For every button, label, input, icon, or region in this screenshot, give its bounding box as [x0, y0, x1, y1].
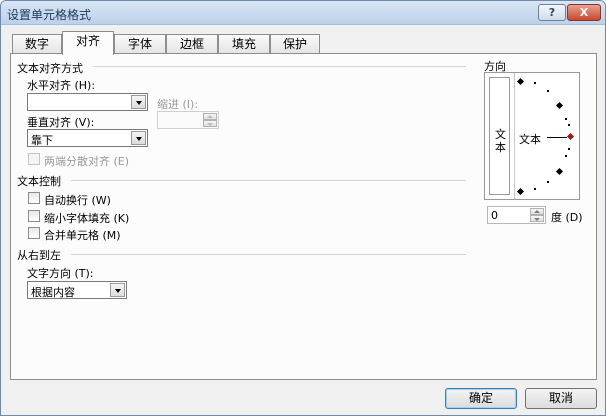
orientation-pointer: [547, 137, 567, 138]
indent-spinner[interactable]: [157, 111, 219, 129]
tab-protection[interactable]: 保护: [270, 34, 320, 54]
vertical-align-select[interactable]: 靠下: [27, 129, 148, 147]
spin-up-icon[interactable]: [530, 208, 544, 215]
vertical-align-value: 靠下: [31, 134, 53, 147]
cancel-button[interactable]: 取消: [525, 388, 597, 409]
group-divider: [71, 180, 466, 181]
orientation-dot: [547, 90, 549, 92]
tab-alignment[interactable]: 对齐: [62, 31, 114, 55]
close-button[interactable]: X: [567, 4, 601, 21]
text-alignment-group-title: 文本对齐方式: [17, 62, 83, 75]
spin-down-icon[interactable]: [530, 215, 544, 222]
orientation-marker-90[interactable]: [516, 77, 525, 86]
orientation-preview-text: 文本: [519, 133, 541, 146]
title-bar: 设置单元格格式 ? X: [1, 1, 605, 25]
degrees-spinner[interactable]: 0: [487, 206, 546, 224]
group-divider: [93, 66, 466, 67]
orientation-divider: [514, 73, 515, 199]
orientation-marker-45[interactable]: [555, 101, 564, 110]
orientation-marker-minus45[interactable]: [555, 167, 564, 176]
orientation-dot: [568, 148, 570, 150]
orientation-dot: [534, 82, 536, 84]
merge-cells-checkbox[interactable]: [28, 227, 40, 239]
text-direction-value: 根据内容: [31, 286, 75, 299]
orientation-dot: [565, 118, 567, 120]
tab-border[interactable]: 边框: [166, 34, 218, 54]
tab-fill[interactable]: 填充: [218, 34, 270, 54]
orientation-marker-minus90[interactable]: [516, 187, 525, 196]
orientation-dot: [568, 124, 570, 126]
vertical-text-option[interactable]: 文 本: [489, 77, 510, 195]
spin-down-icon[interactable]: [203, 120, 217, 127]
orientation-dot: [534, 188, 536, 190]
orientation-dot: [565, 155, 567, 157]
rtl-group-title: 从右到左: [17, 249, 61, 262]
format-cells-dialog: 设置单元格格式 ? X 数字 对齐 字体 边框 填充 保护 文本对齐方式 水平对…: [0, 0, 606, 416]
shrink-to-fit-checkbox[interactable]: [28, 210, 40, 222]
wrap-text-checkbox[interactable]: [28, 192, 40, 204]
orientation-preview[interactable]: 文 本 文本: [484, 72, 580, 200]
degrees-value: 0: [491, 209, 498, 222]
text-control-group-title: 文本控制: [17, 175, 61, 188]
group-divider: [71, 254, 466, 255]
orientation-marker-0[interactable]: [566, 132, 575, 141]
merge-cells-label: 合并单元格 (M): [44, 229, 121, 242]
chevron-down-icon[interactable]: [131, 131, 146, 145]
text-direction-label: 文字方向 (T):: [27, 267, 94, 280]
orientation-dot: [547, 181, 549, 183]
alignment-panel: 文本对齐方式 水平对齐 (H): 缩进 (I): 垂直对齐 (V): 靠下 两端…: [10, 53, 597, 380]
help-button[interactable]: ?: [538, 4, 566, 21]
chevron-down-icon[interactable]: [131, 95, 146, 109]
text-direction-select[interactable]: 根据内容: [27, 281, 127, 299]
chevron-down-icon[interactable]: [110, 283, 125, 297]
tab-number[interactable]: 数字: [12, 34, 62, 54]
ok-button[interactable]: 确定: [445, 388, 517, 409]
degrees-label: 度 (D): [551, 211, 583, 224]
justify-distributed-label: 两端分散对齐 (E): [44, 155, 130, 168]
vertical-align-label: 垂直对齐 (V):: [27, 116, 95, 129]
justify-distributed-checkbox[interactable]: [28, 153, 40, 165]
horizontal-align-label: 水平对齐 (H):: [27, 79, 96, 92]
horizontal-align-select[interactable]: [27, 93, 148, 111]
window-title: 设置单元格格式: [7, 8, 92, 22]
spin-up-icon[interactable]: [203, 113, 217, 120]
wrap-text-label: 自动换行 (W): [44, 194, 111, 207]
indent-label: 缩进 (I):: [157, 98, 199, 111]
vertical-text-char: 本: [495, 141, 506, 154]
tab-font[interactable]: 字体: [114, 34, 166, 54]
shrink-to-fit-label: 缩小字体填充 (K): [44, 212, 130, 225]
